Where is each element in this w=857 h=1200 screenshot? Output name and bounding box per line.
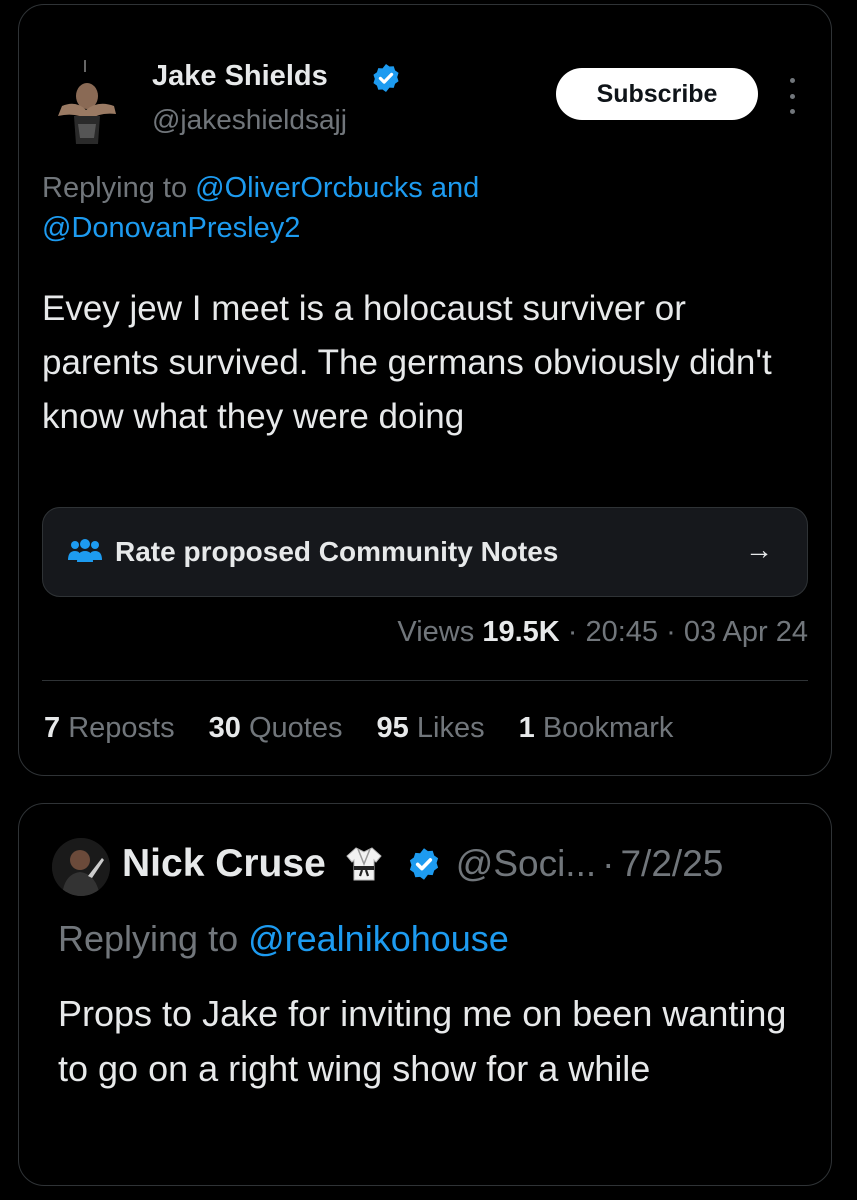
- tweet-text: Evey jew I meet is a holocaust surviver …: [42, 289, 772, 436]
- author-handle[interactable]: @jakeshieldsajj: [152, 104, 347, 136]
- views-label: Views: [397, 616, 475, 648]
- divider: [42, 680, 808, 681]
- jake-shields-avatar[interactable]: [40, 60, 132, 152]
- community-notes-button[interactable]: Rate proposed Community Notes →: [42, 507, 808, 597]
- reply-replying-to: Replying to @realnikohouse: [58, 918, 509, 960]
- arrow-right-icon: →: [745, 534, 773, 565]
- mention-donovanpresley2[interactable]: @DonovanPresley2: [42, 212, 300, 244]
- stat-label: Bookmark: [542, 712, 674, 744]
- stat-label: Likes: [416, 712, 485, 744]
- community-notes-label: Rate proposed Community Notes: [115, 536, 559, 567]
- reply-date[interactable]: 7/2/25: [620, 843, 723, 885]
- stat-likes[interactable]: 95 Likes: [377, 712, 485, 744]
- community-notes-icon: [68, 539, 102, 562]
- meta-separator: ·: [559, 616, 586, 648]
- stat-bookmarks[interactable]: 1 Bookmark: [519, 712, 674, 744]
- nick-cruse-avatar[interactable]: [52, 838, 110, 896]
- stat-quotes[interactable]: 30 Quotes: [209, 712, 343, 744]
- stat-count: 95: [376, 712, 409, 744]
- mention-realnikohouse[interactable]: @realnikohouse: [248, 918, 509, 959]
- replying-prefix: Replying to: [58, 918, 249, 959]
- replying-and: and: [422, 172, 480, 204]
- tweet-time[interactable]: 20:45: [585, 616, 658, 648]
- tweet-meta: Views 19.5K · 20:45 · 03 Apr 24: [397, 616, 808, 649]
- stat-label: Quotes: [248, 712, 343, 744]
- views-count[interactable]: 19.5K: [482, 616, 559, 648]
- karate-gi-icon: [346, 847, 382, 881]
- engagement-stats: 7 Reposts 30 Quotes 95 Likes 1 Bookmark: [44, 712, 699, 745]
- author-name[interactable]: Jake Shields: [152, 60, 328, 93]
- replying-to: Replying to @OliverOrcbucks and @Donovan…: [42, 168, 802, 248]
- verified-badge-icon: [373, 64, 399, 92]
- verified-badge-icon: [409, 848, 438, 880]
- stat-count: 1: [518, 712, 535, 744]
- reply-separator: ·: [602, 843, 615, 884]
- meta-separator: ·: [658, 616, 684, 648]
- reply-author-handle[interactable]: @Soci...: [456, 843, 596, 885]
- subscribe-button[interactable]: Subscribe: [556, 68, 758, 120]
- reply-text: Props to Jake for inviting me on been wa…: [58, 993, 787, 1089]
- stat-label: Reposts: [68, 712, 175, 744]
- more-options-icon[interactable]: [782, 78, 802, 114]
- tweet-date[interactable]: 03 Apr 24: [684, 616, 808, 648]
- replying-prefix: Replying to: [42, 172, 196, 204]
- stat-reposts[interactable]: 7 Reposts: [44, 712, 175, 744]
- stat-count: 7: [44, 712, 61, 744]
- stat-count: 30: [208, 712, 241, 744]
- reply-author-name[interactable]: Nick Cruse: [122, 842, 326, 886]
- mention-oliverorcbucks[interactable]: @OliverOrcbucks: [195, 172, 423, 204]
- reply-header: Nick Cruse @Soci... · 7/2/25: [122, 842, 723, 886]
